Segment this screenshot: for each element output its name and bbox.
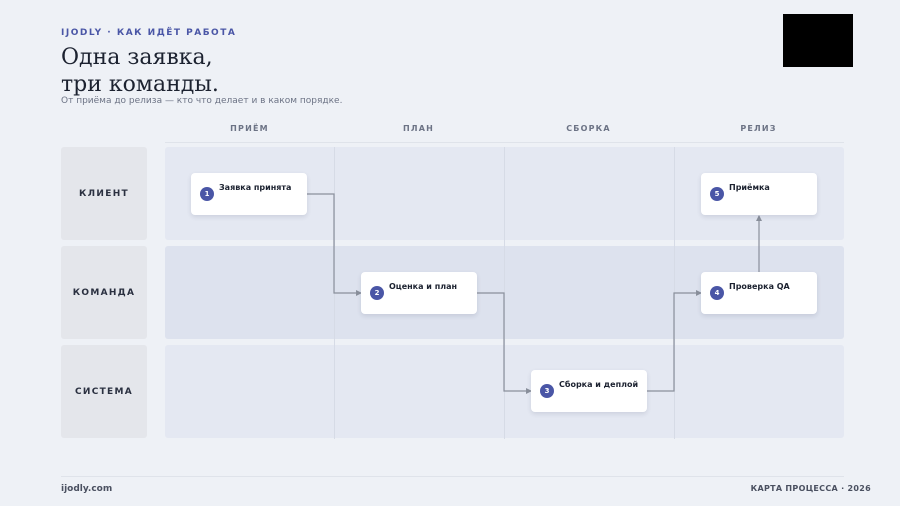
footer-divider (61, 476, 844, 477)
step-number-badge: 1 (200, 187, 214, 201)
flow-connectors (307, 193, 762, 394)
footer-site-link[interactable]: ijodly.com (61, 484, 112, 494)
step-card-5[interactable]: 5 Приёмка (701, 173, 817, 215)
step-label: Приёмка (729, 183, 770, 192)
step-number-badge: 2 (370, 286, 384, 300)
step-number-badge: 3 (540, 384, 554, 398)
step-number-badge: 4 (710, 286, 724, 300)
connector-3-to-4 (647, 290, 702, 392)
step-label: Проверка QA (729, 282, 790, 291)
step-label: Заявка принята (219, 183, 292, 192)
step-card-4[interactable]: 4 Проверка QA (701, 272, 817, 314)
step-card-3[interactable]: 3 Сборка и деплой (531, 370, 647, 412)
step-label: Сборка и деплой (559, 380, 639, 389)
step-number-badge: 5 (710, 187, 724, 201)
step-card-2[interactable]: 2 Оценка и план (361, 272, 477, 314)
step-card-1[interactable]: 1 Заявка принята (191, 173, 307, 215)
connector-1-to-2 (307, 193, 362, 296)
footer-caption: КАРТА ПРОЦЕССА · 2026 (750, 484, 871, 493)
connector-2-to-3 (477, 292, 532, 394)
step-label: Оценка и план (389, 282, 457, 291)
